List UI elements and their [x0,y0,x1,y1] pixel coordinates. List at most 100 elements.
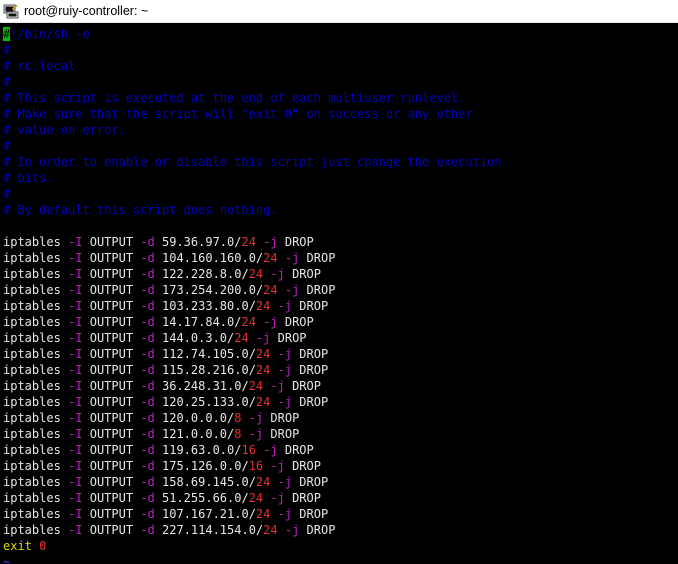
rule-command: iptables [3,251,61,265]
rule-jump-flag: -j [263,315,278,329]
rule-mask: 16 [248,459,264,473]
rule-dest-flag: -d [140,475,155,489]
rule-dest-flag: -d [140,235,155,249]
rule-mask: 24 [263,283,278,297]
rule-target: DROP [284,443,314,457]
rule-target: DROP [299,395,329,409]
iptables-rule-line: iptables -I OUTPUT -d 121.0.0.0/8 -j DRO… [0,426,678,442]
rule-mask: 24 [255,299,271,313]
rule-jump-flag: -j [284,523,300,537]
rule-dest-flag: -d [140,299,155,313]
rule-chain: OUTPUT [89,251,134,265]
iptables-rule-line: iptables -I OUTPUT -d 122.228.8.0/24 -j … [0,266,678,282]
rule-dest-flag: -d [140,459,155,473]
rule-chain: OUTPUT [89,475,134,489]
iptables-rule-line: iptables -I OUTPUT -d 115.28.216.0/24 -j… [0,362,678,378]
rule-dest-flag: -d [140,331,155,345]
rule-chain: OUTPUT [89,267,134,281]
rule-command: iptables [3,459,61,473]
rule-chain: OUTPUT [89,347,134,361]
title-bar[interactable]: root@ruiy-controller: ~ [0,0,678,23]
iptables-rule-line: iptables -I OUTPUT -d 51.255.66.0/24 -j … [0,490,678,506]
rule-mask: 24 [248,267,264,281]
rule-ip: 104.160.160.0/ [162,251,264,265]
rule-target: DROP [306,283,336,297]
rule-insert-flag: -I [68,347,83,361]
rule-jump-flag: -j [277,395,293,409]
rule-insert-flag: -I [68,331,83,345]
iptables-rule-line: iptables -I OUTPUT -d 158.69.145.0/24 -j… [0,474,678,490]
rule-mask: 8 [234,427,242,441]
rule-jump-flag: -j [277,507,293,521]
rule-jump-flag: -j [248,427,264,441]
rule-insert-flag: -I [68,475,83,489]
comment-text: # [3,43,11,57]
terminal-screen[interactable]: #!/bin/sh -e # # rc.local # # This script i… [0,23,678,564]
rule-chain: OUTPUT [89,315,134,329]
rule-ip: 122.228.8.0/ [162,267,249,281]
comment-text: # rc.local [3,59,76,73]
iptables-rule-line: iptables -I OUTPUT -d 227.114.154.0/24 -… [0,522,678,538]
iptables-rule-line: iptables -I OUTPUT -d 59.36.97.0/24 -j D… [0,234,678,250]
comment-text: # In order to enable or disable this scr… [3,155,502,169]
rule-ip: 227.114.154.0/ [162,523,264,537]
rule-dest-flag: -d [140,395,155,409]
rule-insert-flag: -I [68,283,83,297]
rule-jump-flag: -j [255,331,271,345]
comment-line: # Make sure that the script will "exit 0… [0,106,678,122]
rule-command: iptables [3,299,61,313]
shebang-text: !/bin/sh -e [10,27,90,41]
rule-mask: 16 [241,443,256,457]
rule-mask: 24 [263,251,278,265]
iptables-rule-line: iptables -I OUTPUT -d 112.74.105.0/24 -j… [0,346,678,362]
comment-line: # rc.local [0,58,678,74]
comment-line: # [0,42,678,58]
comment-line: # [0,74,678,90]
rule-mask: 24 [248,379,264,393]
rule-jump-flag: -j [284,251,300,265]
rule-target: DROP [306,523,336,537]
comment-line: # By default this script does nothing. [0,202,678,218]
rule-command: iptables [3,491,61,505]
rule-command: iptables [3,267,61,281]
rule-command: iptables [3,379,61,393]
rule-insert-flag: -I [68,411,83,425]
rule-command: iptables [3,331,61,345]
rule-dest-flag: -d [140,315,155,329]
rule-ip: 175.126.0.0/ [162,459,249,473]
rule-ip: 158.69.145.0/ [162,475,256,489]
rule-ip: 36.248.31.0/ [162,379,249,393]
comment-text: # bits. [3,171,54,185]
rule-command: iptables [3,411,61,425]
rule-target: DROP [284,235,314,249]
rule-insert-flag: -I [68,315,83,329]
rule-target: DROP [292,267,321,281]
rule-chain: OUTPUT [89,395,134,409]
rule-target: DROP [270,427,300,441]
rule-command: iptables [3,235,61,249]
rule-insert-flag: -I [68,379,83,393]
rule-chain: OUTPUT [89,523,134,537]
iptables-rule-line: iptables -I OUTPUT -d 36.248.31.0/24 -j … [0,378,678,394]
shebang-line: #!/bin/sh -e [0,26,678,42]
iptables-rule-line: iptables -I OUTPUT -d 104.160.160.0/24 -… [0,250,678,266]
rule-chain: OUTPUT [89,235,134,249]
comment-text: # value on error. [3,123,126,137]
rule-command: iptables [3,523,61,537]
rule-mask: 24 [255,395,271,409]
rule-target: DROP [299,475,329,489]
rule-jump-flag: -j [277,299,293,313]
rule-command: iptables [3,347,61,361]
comment-line: # [0,138,678,154]
iptables-rule-line: iptables -I OUTPUT -d 14.17.84.0/24 -j D… [0,314,678,330]
exit-code: 0 [39,539,47,553]
rule-jump-flag: -j [277,347,293,361]
rule-mask: 24 [255,475,271,489]
rule-ip: 120.25.133.0/ [162,395,256,409]
iptables-rule-line: iptables -I OUTPUT -d 103.233.80.0/24 -j… [0,298,678,314]
rule-insert-flag: -I [68,267,83,281]
exit-line: exit 0 [0,538,678,554]
rule-command: iptables [3,475,61,489]
rule-command: iptables [3,427,61,441]
